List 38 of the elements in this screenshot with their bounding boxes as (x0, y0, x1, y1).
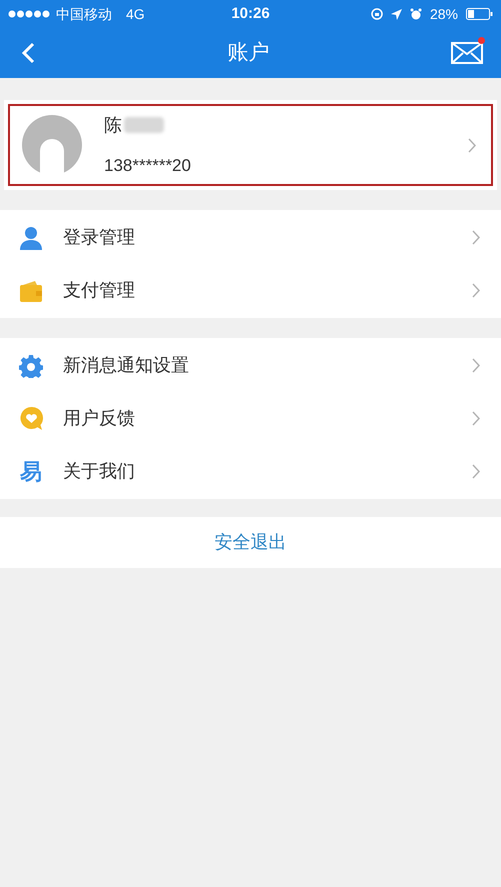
menu-label: 支付管理 (63, 279, 136, 302)
menu-label: 关于我们 (63, 460, 136, 483)
location-icon (390, 8, 402, 20)
menu-label: 新消息通知设置 (63, 354, 190, 377)
gear-icon (19, 354, 43, 378)
menu-item[interactable]: 支付管理 (0, 264, 501, 317)
back-icon (22, 42, 35, 64)
battery-text: 28% (430, 4, 458, 24)
chevron-icon (472, 283, 481, 298)
battery-icon (466, 8, 493, 20)
chevron-icon (468, 138, 477, 152)
profile-card[interactable]: 陈 138******20 (4, 100, 497, 190)
menu-item[interactable]: 新消息通知设置 (0, 339, 501, 392)
logo-icon: 易 (20, 460, 42, 482)
chevron-icon (472, 230, 481, 245)
avatar-icon (22, 115, 82, 175)
clock-text: 10:26 (230, 4, 271, 24)
rotation-lock-icon (370, 8, 383, 20)
menu-label: 用户反馈 (63, 407, 136, 430)
carrier-text: 中国移动 (56, 4, 112, 24)
phone-number: 138******20 (104, 154, 192, 177)
logout-button[interactable]: 安全退出 (0, 517, 501, 568)
alarm-icon (410, 8, 422, 20)
network-text: 4G (126, 4, 145, 24)
wallet-icon (19, 280, 43, 302)
person-icon (19, 226, 43, 250)
chevron-icon (472, 358, 481, 373)
chevron-icon (472, 464, 481, 479)
menu-item[interactable]: 用户反馈 (0, 392, 501, 445)
heart-bubble-icon (18, 406, 44, 431)
envelope-icon (451, 42, 483, 64)
menu-label: 登录管理 (63, 226, 136, 249)
menu-item[interactable]: 易 关于我们 (0, 445, 501, 498)
page-title: 账户 (228, 40, 270, 66)
chevron-icon (472, 411, 481, 426)
user-name: 陈 (104, 114, 122, 137)
menu-item[interactable]: 登录管理 (0, 211, 501, 264)
signal-icon (8, 10, 50, 18)
